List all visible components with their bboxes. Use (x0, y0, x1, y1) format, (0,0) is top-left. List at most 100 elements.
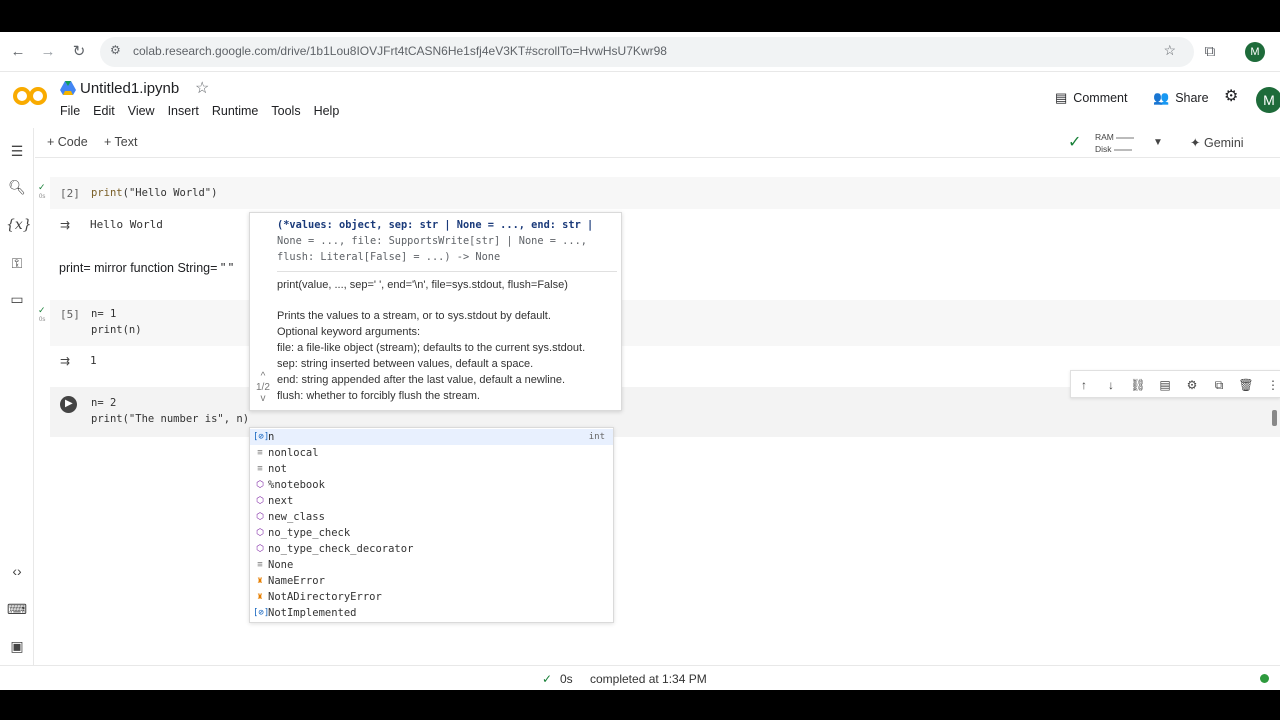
add-text-button[interactable]: + Text (104, 135, 137, 149)
code-cell[interactable] (50, 300, 1280, 346)
runtime-dropdown-icon[interactable]: ▼ (1153, 137, 1163, 148)
search-icon[interactable]: 🔍︎ (6, 176, 28, 198)
run-cell-button[interactable]: ▶ (60, 396, 77, 413)
autocomplete-item[interactable]: [⊘] n int (250, 429, 613, 445)
menu-view[interactable]: View (128, 104, 155, 118)
forward-icon[interactable]: → (38, 42, 58, 62)
autocomplete-item[interactable]: ⬡ no_type_check (250, 525, 613, 541)
command-palette-icon[interactable]: ⌨ (6, 598, 28, 620)
extensions-icon[interactable]: ⧉ (1200, 42, 1220, 62)
code-line[interactable]: print(n) (91, 322, 142, 338)
people-icon: 👥 (1153, 90, 1170, 105)
browser-profile-avatar[interactable]: M (1245, 42, 1265, 62)
code-cell[interactable] (50, 177, 1280, 209)
play-icon: ▶ (65, 398, 73, 409)
files-folder-icon[interactable]: ▭ (6, 288, 28, 310)
text-cell[interactable]: print= mirror function String= " " (59, 261, 233, 275)
autocomplete-item[interactable]: ⬡ next (250, 493, 613, 509)
item-label: %notebook (268, 479, 325, 491)
module-icon: ⬡ (256, 528, 264, 538)
autocomplete-item[interactable]: ♜ NotADirectoryError (250, 589, 613, 605)
autocomplete-item[interactable]: ≡ nonlocal (250, 445, 613, 461)
chevron-up-icon[interactable]: ^ (256, 371, 270, 382)
autocomplete-item[interactable]: ⬡ new_class (250, 509, 613, 525)
code-line[interactable]: n= 2 (91, 395, 116, 411)
colab-logo[interactable] (12, 84, 48, 108)
url-text: colab.research.google.com/drive/1b1Lou8I… (133, 44, 667, 58)
autocomplete-list: [⊘] n int ≡ nonlocal ≡ not ⬡ %notebook ⬡ nex… (249, 427, 614, 623)
move-up-icon[interactable]: ↑ (1075, 376, 1093, 394)
cell-settings-icon[interactable]: ⚙ (1183, 376, 1201, 394)
variable-icon: [⊘] (253, 432, 270, 442)
output-toggle-icon[interactable]: ⇉ (60, 218, 76, 232)
bookmark-star-icon[interactable]: ☆ (1163, 42, 1176, 59)
mirror-cell-icon[interactable]: ⧉ (1210, 376, 1228, 394)
doc-line: file: a file-like object (stream); defau… (277, 342, 586, 354)
move-down-icon[interactable]: ↓ (1102, 376, 1120, 394)
autocomplete-item[interactable]: [⊘] NotImplemented (250, 605, 613, 621)
table-of-contents-icon[interactable]: ☰ (6, 140, 28, 162)
code-line[interactable]: n= 1 (91, 306, 116, 322)
status-check-icon: ✓ (542, 672, 553, 686)
gemini-button[interactable]: ✦ Gemini (1190, 135, 1244, 150)
autocomplete-item[interactable]: ≡ None (250, 557, 613, 573)
autocomplete-item[interactable]: ⬡ no_type_check_decorator (250, 541, 613, 557)
doc-line: end: string appended after the last valu… (277, 374, 566, 386)
more-options-icon[interactable]: ⋮ (1264, 376, 1280, 394)
resource-monitor[interactable]: RAM Disk (1095, 131, 1135, 155)
autocomplete-item[interactable]: ⬡ %notebook (250, 477, 613, 493)
settings-gear-icon[interactable]: ⚙ (1224, 86, 1238, 106)
item-type: int (588, 432, 605, 442)
module-icon: ⬡ (256, 480, 264, 490)
gemini-label: Gemini (1203, 136, 1244, 150)
code-line[interactable]: print("Hello World") (91, 185, 217, 201)
status-completed[interactable]: completed at 1:34 PM (590, 672, 707, 686)
variables-icon[interactable]: {x} (6, 214, 32, 236)
code-snippets-icon[interactable]: ‹› (6, 560, 28, 582)
status-indicator (1260, 674, 1269, 683)
item-label: new_class (268, 511, 325, 523)
back-icon[interactable]: ← (8, 42, 28, 62)
star-icon[interactable]: ☆ (195, 78, 209, 98)
menu-file[interactable]: File (60, 104, 80, 118)
class-icon: ♜ (257, 576, 263, 586)
item-label: n (268, 431, 275, 443)
cell-toolbar: ↑ ↓ ⛓ ▤ ⚙ ⧉ 🗑︎ ⋮ (1070, 370, 1280, 398)
menu-runtime[interactable]: Runtime (212, 104, 259, 118)
doc-line: sep: string inserted between values, def… (277, 358, 534, 370)
comment-button[interactable]: ▤ Comment (1055, 90, 1127, 106)
screen: ← → ↻ ⚙ colab.research.google.com/drive/… (0, 32, 1280, 690)
chevron-down-icon[interactable]: v (256, 393, 270, 404)
terminal-icon[interactable]: ▣ (6, 635, 28, 657)
menu-tools[interactable]: Tools (271, 104, 300, 118)
account-avatar[interactable]: M (1256, 87, 1280, 113)
autocomplete-item[interactable]: ♜ NameError (250, 573, 613, 589)
execution-count: [2] (60, 187, 80, 200)
add-code-button[interactable]: + Code (47, 135, 88, 149)
signature-text: (*values: object, sep: str | None = ...,… (277, 217, 617, 265)
menu-help[interactable]: Help (314, 104, 340, 118)
module-icon: ⬡ (256, 496, 264, 506)
colab-header: Untitled1.ipynb ☆ File Edit View Insert … (0, 72, 1280, 128)
secrets-key-icon[interactable]: ⚿ (6, 252, 28, 274)
menu-insert[interactable]: Insert (168, 104, 199, 118)
comment-icon[interactable]: ▤ (1156, 376, 1174, 394)
scrollbar-thumb[interactable] (1272, 410, 1277, 426)
address-bar[interactable]: ⚙ colab.research.google.com/drive/1b1Lou… (100, 37, 1194, 67)
output-toggle-icon[interactable]: ⇉ (60, 354, 76, 368)
link-icon[interactable]: ⛓ (1129, 376, 1147, 394)
reload-icon[interactable]: ↻ (69, 42, 89, 62)
code-line[interactable]: print("The number is", n) (91, 411, 249, 427)
item-label: no_type_check_decorator (268, 543, 414, 555)
notebook-title[interactable]: Untitled1.ipynb (80, 80, 179, 97)
item-label: NotADirectoryError (268, 591, 382, 603)
share-button[interactable]: 👥 Share (1153, 90, 1209, 106)
cell-exec-time: 0s (39, 194, 46, 200)
autocomplete-item[interactable]: ≡ not (250, 461, 613, 477)
delete-icon[interactable]: 🗑︎ (1237, 376, 1255, 394)
menu-edit[interactable]: Edit (93, 104, 115, 118)
drive-icon[interactable] (60, 81, 76, 95)
signature-pager[interactable]: ^ 1/2 v (256, 371, 270, 404)
site-info-icon[interactable]: ⚙ (110, 43, 121, 57)
browser-toolbar: ← → ↻ ⚙ colab.research.google.com/drive/… (0, 32, 1280, 72)
